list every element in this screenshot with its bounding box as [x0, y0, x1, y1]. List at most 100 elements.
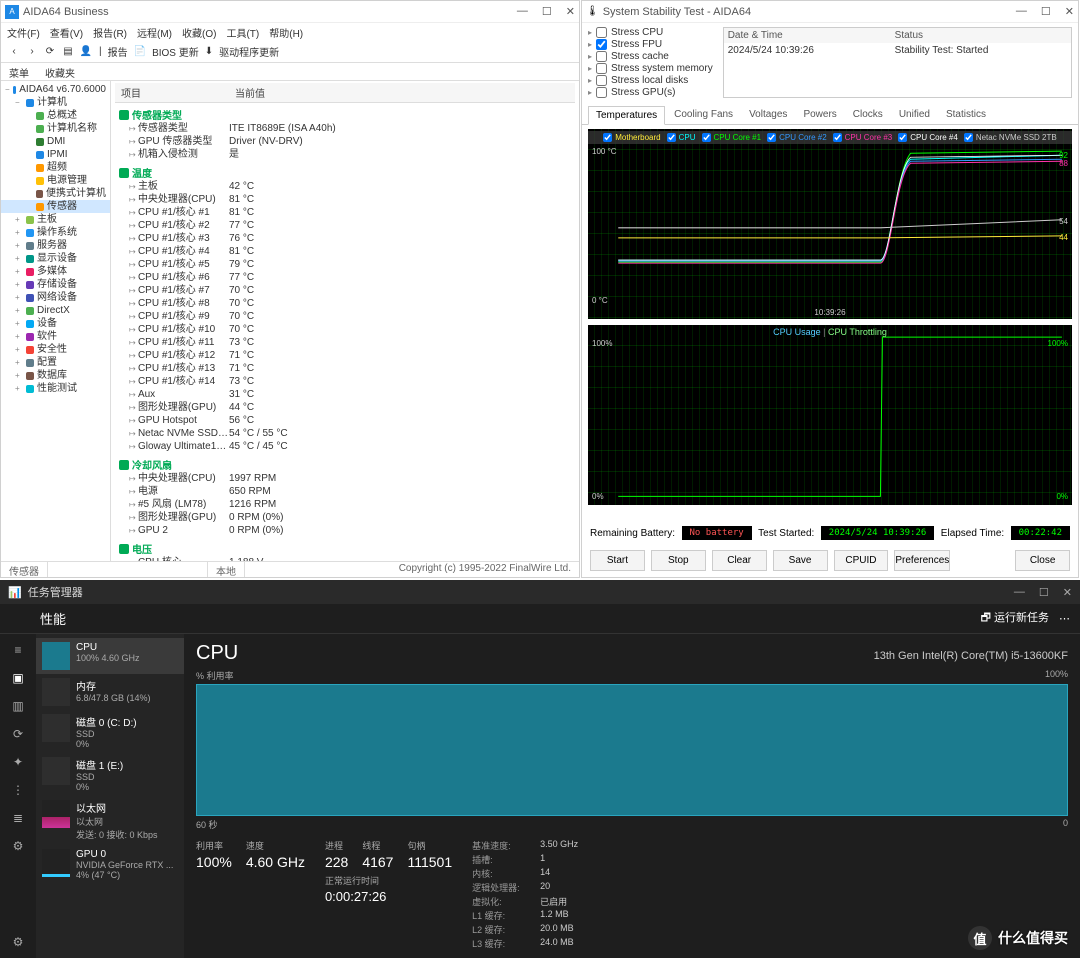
- menu-view[interactable]: 查看(V): [50, 25, 83, 40]
- tree-item[interactable]: +配置: [1, 356, 110, 369]
- tree-item[interactable]: 计算机名称: [1, 122, 110, 135]
- stab-tab[interactable]: Unified: [892, 106, 937, 124]
- stress-option[interactable]: ▸Stress cache: [588, 51, 713, 62]
- tree-item[interactable]: +设备: [1, 317, 110, 330]
- stress-option[interactable]: ▸Stress GPU(s): [588, 87, 713, 98]
- tm-close[interactable]: ✕: [1063, 586, 1072, 599]
- menu-tools[interactable]: 工具(T): [226, 25, 259, 40]
- stop-button[interactable]: Stop: [651, 550, 706, 571]
- tree-item[interactable]: 超频: [1, 161, 110, 174]
- tree-item[interactable]: +存储设备: [1, 278, 110, 291]
- tab-fav[interactable]: 收藏夹: [37, 63, 83, 80]
- tm-more-icon[interactable]: ⋯: [1059, 612, 1070, 625]
- prefs-button[interactable]: Preferences: [894, 550, 950, 571]
- close-button[interactable]: ✕: [566, 5, 575, 18]
- legend-item[interactable]: CPU Core #2: [767, 133, 827, 142]
- settings-icon[interactable]: ⚙: [10, 934, 26, 950]
- toolbar-report[interactable]: 报告: [108, 44, 128, 59]
- stress-option[interactable]: ▸Stress local disks: [588, 75, 713, 86]
- stab-min[interactable]: —: [1016, 5, 1027, 18]
- stab-tab[interactable]: Voltages: [742, 106, 794, 124]
- tm-nav-icon[interactable]: ≣: [10, 810, 26, 826]
- tree-item[interactable]: +安全性: [1, 343, 110, 356]
- tree-item[interactable]: DMI: [1, 135, 110, 148]
- cpuid-button[interactable]: CPUID: [834, 550, 889, 571]
- tm-min[interactable]: —: [1014, 586, 1025, 599]
- forward-button[interactable]: ›: [25, 45, 39, 59]
- tm-nav-icon[interactable]: ▥: [10, 698, 26, 714]
- stab-tab[interactable]: Statistics: [939, 106, 993, 124]
- maximize-button[interactable]: ☐: [542, 5, 552, 18]
- tm-nav-icon[interactable]: ⋮: [10, 782, 26, 798]
- tab-menu[interactable]: 菜单: [1, 63, 37, 80]
- legend-item[interactable]: Netac NVMe SSD 2TB: [964, 133, 1057, 142]
- user-icon[interactable]: 👤: [79, 45, 93, 59]
- tree-item[interactable]: 电源管理: [1, 174, 110, 187]
- tree-item[interactable]: +性能测试: [1, 382, 110, 395]
- tree-item[interactable]: +服务器: [1, 239, 110, 252]
- stress-option[interactable]: ▸Stress FPU: [588, 39, 713, 50]
- legend-item[interactable]: CPU Core #1: [702, 133, 762, 142]
- clear-button[interactable]: Clear: [712, 550, 767, 571]
- tree-item[interactable]: +网络设备: [1, 291, 110, 304]
- tm-perf-item[interactable]: GPU 0NVIDIA GeForce RTX ...4% (47 °C): [36, 845, 184, 884]
- tree-item[interactable]: −AIDA64 v6.70.6000: [1, 83, 110, 96]
- tree-item[interactable]: −计算机: [1, 96, 110, 109]
- menu-file[interactable]: 文件(F): [7, 25, 40, 40]
- tree-item[interactable]: +软件: [1, 330, 110, 343]
- tree-item[interactable]: 传感器: [1, 200, 110, 213]
- legend-item[interactable]: CPU: [667, 133, 696, 142]
- tm-perf-item[interactable]: CPU100% 4.60 GHz: [36, 638, 184, 674]
- stress-option[interactable]: ▸Stress CPU: [588, 27, 713, 38]
- tm-nav-icon[interactable]: ≡: [10, 642, 26, 658]
- tm-max[interactable]: ☐: [1039, 586, 1049, 599]
- tree-item[interactable]: +主板: [1, 213, 110, 226]
- start-button[interactable]: Start: [590, 550, 645, 571]
- stab-tab[interactable]: Clocks: [846, 106, 890, 124]
- aida-tree[interactable]: −AIDA64 v6.70.6000−计算机总概述计算机名称DMIIPMI超频电…: [1, 81, 111, 561]
- tm-perf-item[interactable]: 内存6.8/47.8 GB (14%): [36, 674, 184, 710]
- stab-max[interactable]: ☐: [1041, 5, 1051, 18]
- tree-item[interactable]: 总概述: [1, 109, 110, 122]
- refresh-button[interactable]: ⟳: [43, 45, 57, 59]
- save-button[interactable]: Save: [773, 550, 828, 571]
- tree-item[interactable]: 便携式计算机: [1, 187, 110, 200]
- stab-close[interactable]: ✕: [1065, 5, 1074, 18]
- menu-help[interactable]: 帮助(H): [269, 25, 303, 40]
- close-dialog-button[interactable]: Close: [1015, 550, 1070, 571]
- legend-item[interactable]: CPU Core #4: [898, 133, 958, 142]
- stab-tab[interactable]: Cooling Fans: [667, 106, 740, 124]
- tm-perf-list[interactable]: CPU100% 4.60 GHz 内存6.8/47.8 GB (14%) 磁盘 …: [36, 634, 184, 958]
- menu-report[interactable]: 报告(R): [93, 25, 127, 40]
- aida-titlebar[interactable]: A AIDA64 Business — ☐ ✕: [1, 1, 579, 23]
- stab-titlebar[interactable]: 🌡 System Stability Test - AIDA64 — ☐ ✕: [582, 1, 1078, 23]
- menu-fav[interactable]: 收藏(O): [182, 25, 216, 40]
- tm-perf-item[interactable]: 以太网以太网发送: 0 接收: 0 Kbps: [36, 796, 184, 845]
- toolbar-driver[interactable]: 驱动程序更新: [219, 44, 279, 59]
- back-button[interactable]: ‹: [7, 45, 21, 59]
- legend-item[interactable]: CPU Core #3: [833, 133, 893, 142]
- tm-tab-performance[interactable]: 性能: [40, 609, 66, 628]
- legend-item[interactable]: Motherboard: [603, 133, 660, 142]
- stab-tab[interactable]: Temperatures: [588, 106, 665, 125]
- tm-perf-item[interactable]: 磁盘 1 (E:)SSD0%: [36, 753, 184, 796]
- tm-perf-item[interactable]: 磁盘 0 (C: D:)SSD0%: [36, 710, 184, 753]
- tree-item[interactable]: +操作系统: [1, 226, 110, 239]
- tm-nav-icon[interactable]: ⟳: [10, 726, 26, 742]
- toolbar-bios[interactable]: BIOS 更新: [152, 44, 199, 59]
- tree-item[interactable]: +数据库: [1, 369, 110, 382]
- aida-detail[interactable]: 项目 当前值 传感器类型传感器类型ITE IT8689E (ISA A40h)G…: [111, 81, 579, 561]
- run-new-task[interactable]: 🗗 运行新任务: [981, 609, 1049, 628]
- tm-nav-icon[interactable]: ⚙: [10, 838, 26, 854]
- tree-item[interactable]: +显示设备: [1, 252, 110, 265]
- tm-nav-icon[interactable]: ▣: [10, 670, 26, 686]
- tree-item[interactable]: +DirectX: [1, 304, 110, 317]
- tm-titlebar[interactable]: 📊 任务管理器 — ☐ ✕: [0, 580, 1080, 604]
- stab-tab[interactable]: Powers: [796, 106, 843, 124]
- tm-nav-icon[interactable]: ✦: [10, 754, 26, 770]
- tree-item[interactable]: +多媒体: [1, 265, 110, 278]
- tree-item[interactable]: IPMI: [1, 148, 110, 161]
- stress-option[interactable]: ▸Stress system memory: [588, 63, 713, 74]
- report-icon[interactable]: ▤: [61, 45, 75, 59]
- minimize-button[interactable]: —: [517, 5, 528, 18]
